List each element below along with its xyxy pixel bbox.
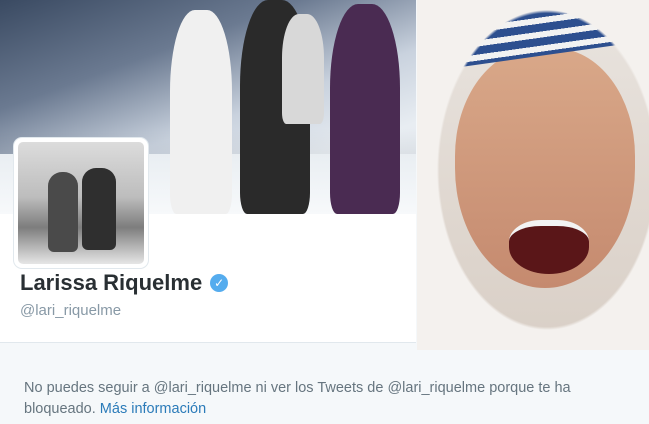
profile-divider [0, 342, 416, 343]
more-info-link[interactable]: Más información [100, 401, 206, 417]
verified-badge-icon: ✓ [210, 274, 229, 292]
profile-handle[interactable]: @lari_riquelme [20, 302, 121, 319]
avatar-person-1 [48, 172, 78, 252]
avatar-person-2 [82, 168, 116, 250]
overlay-photo-veil [417, 0, 649, 350]
blocked-notice: No puedes seguir a @lari_riquelme ni ver… [24, 378, 624, 420]
profile-avatar[interactable] [14, 138, 148, 268]
overlay-photo [417, 0, 649, 350]
profile-display-name[interactable]: Larissa Riquelme [20, 270, 202, 296]
header-person-4 [330, 4, 400, 214]
header-person-1 [170, 10, 232, 214]
avatar-image [18, 142, 144, 264]
profile-name-row: Larissa Riquelme ✓ [20, 270, 229, 296]
header-person-3 [282, 14, 324, 124]
